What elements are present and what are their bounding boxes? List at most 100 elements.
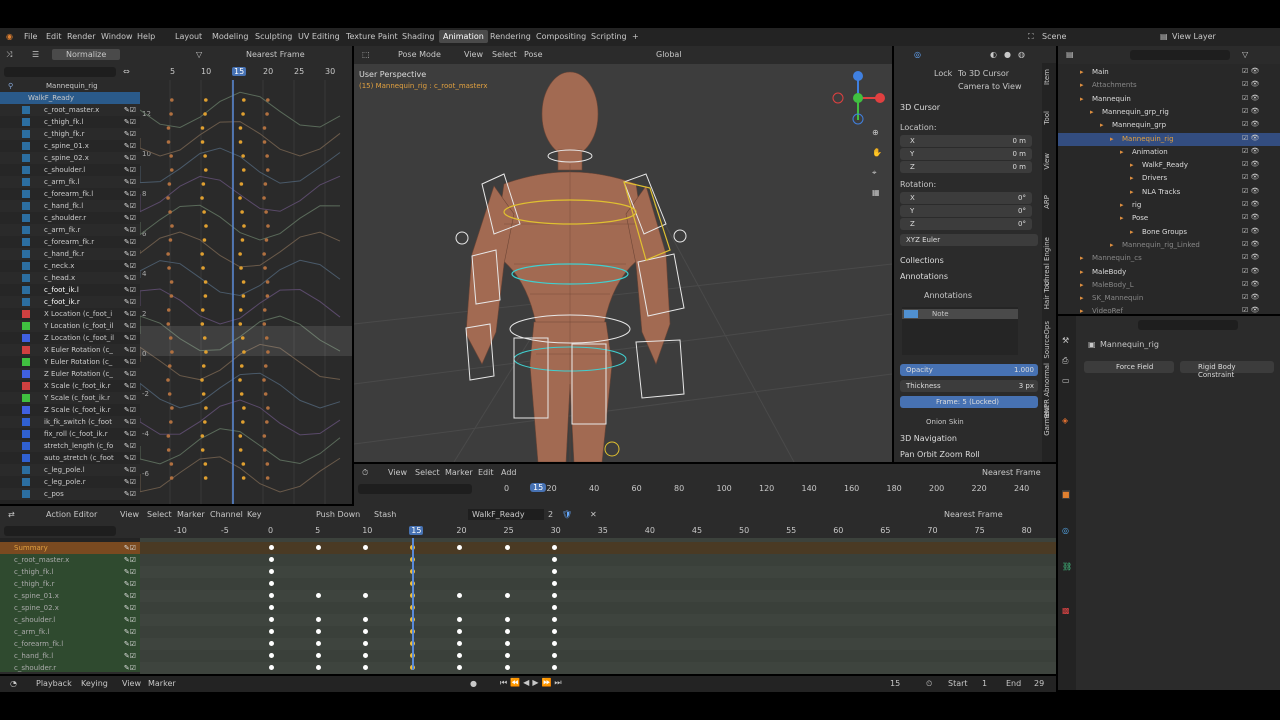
graph-keyframe[interactable] [239, 364, 244, 368]
channel-visibility-icon[interactable]: ✎☑ [124, 262, 136, 270]
action-channel-row[interactable]: c_thigh_fk.l ✎☑ [0, 566, 140, 578]
graph-keyframe[interactable] [168, 210, 172, 214]
channel-visibility-icon[interactable]: ✎☑ [124, 334, 136, 342]
orientation-selector[interactable]: Global [656, 50, 682, 59]
visibility-eye-icon[interactable]: ☑ 👁 [1242, 94, 1259, 102]
action-keyframe[interactable] [551, 593, 557, 598]
graph-channel-row[interactable]: c_spine_01.x ✎☑ [0, 140, 140, 152]
start-frame-field[interactable]: 1 [982, 679, 987, 688]
timeline-menu-marker[interactable]: Marker [445, 468, 473, 477]
channel-visibility-icon[interactable]: ✎☑ [124, 430, 136, 438]
action-keyframe[interactable] [269, 569, 274, 574]
graph-keyframe[interactable] [241, 154, 245, 158]
graph-channel-row[interactable]: Z Scale (c_foot_ik.r ✎☑ [0, 404, 140, 416]
graph-keyframe[interactable] [238, 308, 243, 312]
tab-shading[interactable]: Shading [402, 32, 435, 41]
channel-visibility-icon[interactable]: ✎☑ [124, 130, 136, 138]
graph-keyframe[interactable] [169, 294, 174, 298]
material-shading-icon[interactable]: ◍ [1018, 50, 1025, 59]
channel-visibility-icon[interactable]: ✎☑ [124, 322, 136, 330]
action-channel-row[interactable]: Summary ✎☑ [0, 542, 140, 554]
scene-selector[interactable]: Scene [1042, 32, 1066, 41]
properties-search-input[interactable] [1138, 320, 1238, 330]
action-keyframe[interactable] [551, 557, 557, 562]
graph-channel-row[interactable]: c_spine_02.x ✎☑ [0, 152, 140, 164]
timeline-snap-selector[interactable]: Nearest Frame [982, 468, 1041, 477]
graph-keyframe[interactable] [262, 448, 267, 452]
channel-visibility-icon[interactable]: ✎☑ [124, 286, 136, 294]
end-frame-field[interactable]: 29 [1034, 679, 1044, 688]
navigation-gizmo[interactable] [832, 71, 885, 125]
visibility-eye-icon[interactable]: ☑ 👁 [1242, 267, 1259, 275]
solid-shading-icon[interactable]: ● [1004, 50, 1011, 59]
channel-visibility-icon[interactable]: ✎☑ [124, 154, 136, 162]
graph-keyframe[interactable] [264, 336, 269, 340]
channel-visibility-icon[interactable]: ✎☑ [124, 106, 136, 114]
blender-logo-icon[interactable]: ◉ [6, 32, 13, 41]
graph-keyframe[interactable] [166, 434, 171, 438]
outliner-item[interactable]: ▸ Attachments ☑ 👁 [1058, 79, 1280, 92]
graph-keyframe[interactable] [170, 350, 174, 354]
action-keyframe[interactable] [363, 641, 369, 646]
graph-channel-row[interactable]: fix_roll (c_foot_ik.r ✎☑ [0, 428, 140, 440]
sidebar-tab[interactable]: SourceOps [1043, 321, 1051, 359]
graph-keyframe[interactable] [200, 126, 205, 130]
graph-keyframe[interactable] [240, 238, 245, 242]
graph-keyframe[interactable] [242, 406, 246, 410]
graph-keyframe[interactable] [169, 476, 174, 480]
graph-keyframe[interactable] [238, 378, 242, 382]
graph-keyframe[interactable] [241, 112, 245, 116]
opacity-slider[interactable]: Opacity 1.000 [900, 364, 1038, 376]
channel-lock-icon[interactable]: ✎☑ [124, 628, 136, 636]
tab-scripting[interactable]: Scripting [591, 32, 627, 41]
outliner-item[interactable]: ▸ Drivers ☑ 👁 [1058, 172, 1280, 185]
graph-keyframe[interactable] [242, 350, 246, 354]
graph-channel-row[interactable]: c_hand_fk.r ✎☑ [0, 248, 140, 260]
cursor-y-field[interactable]: Y0 m [900, 148, 1032, 160]
outliner-item[interactable]: ▸ Mannequin ☑ 👁 [1058, 93, 1280, 106]
action-keyframe[interactable] [316, 641, 322, 646]
graph-keyframe[interactable] [203, 476, 208, 480]
graph-keyframe[interactable] [169, 462, 174, 466]
channel-visibility-icon[interactable]: ✎☑ [124, 118, 136, 126]
channel-visibility-icon[interactable]: ✎☑ [124, 238, 136, 246]
constraint-tab-icon[interactable]: ⛓ [1062, 562, 1072, 571]
stash-button[interactable]: Stash [374, 510, 396, 519]
graph-keyframe[interactable] [262, 140, 267, 144]
outliner-item[interactable]: ▸ Mannequin_grp_rig ☑ 👁 [1058, 106, 1280, 119]
graph-channel-row[interactable]: ik_fk_switch (c_foot ✎☑ [0, 416, 140, 428]
graph-keyframe[interactable] [204, 224, 208, 228]
graph-keyframe[interactable] [166, 378, 170, 382]
action-keyframe[interactable] [363, 617, 369, 622]
graph-keyframe[interactable] [170, 98, 174, 102]
transport-controls[interactable]: ⏮⏪◀▶⏩⏭ [500, 678, 565, 688]
output-tab-icon[interactable]: ▭ [1062, 376, 1070, 385]
channel-visibility-icon[interactable]: ✎☑ [124, 370, 136, 378]
graph-keyframe[interactable] [262, 252, 266, 256]
graph-keyframe[interactable] [239, 182, 244, 186]
outliner-editor-icon[interactable]: ▤ [1066, 50, 1074, 59]
view-layer-selector[interactable]: View Layer [1172, 32, 1216, 41]
action-keyframe[interactable] [269, 605, 274, 610]
graph-channel-row[interactable]: c_shoulder.r ✎☑ [0, 212, 140, 224]
action-keyframe[interactable] [551, 641, 557, 646]
channel-lock-icon[interactable]: ✎☑ [124, 556, 136, 564]
object-tab-icon[interactable]: ■ [1062, 490, 1070, 499]
viewport-menu-pose[interactable]: Pose [524, 50, 543, 59]
playback-editor-icon[interactable]: ◔ [10, 679, 17, 688]
action-snap-selector[interactable]: Nearest Frame [944, 510, 1003, 519]
action-keyframe[interactable] [269, 641, 274, 646]
sidebar-tab[interactable]: Item [1043, 69, 1051, 85]
graph-channel-row[interactable]: X Location (c_foot_i ✎☑ [0, 308, 140, 320]
graph-channel-row[interactable]: c_head.x ✎☑ [0, 272, 140, 284]
cursor-rot-x-field[interactable]: X 0° [900, 192, 1032, 204]
graph-keyframe[interactable] [263, 266, 267, 270]
action-keyframe[interactable] [363, 665, 369, 670]
graph-keyframe[interactable] [168, 238, 173, 242]
graph-channel-row[interactable]: c_neck.x ✎☑ [0, 260, 140, 272]
graph-keyframe[interactable] [266, 224, 270, 228]
action-keyframe[interactable] [457, 545, 463, 550]
graph-keyframe[interactable] [200, 434, 205, 438]
graph-keyframe[interactable] [239, 266, 243, 270]
graph-keyframe[interactable] [166, 140, 171, 144]
